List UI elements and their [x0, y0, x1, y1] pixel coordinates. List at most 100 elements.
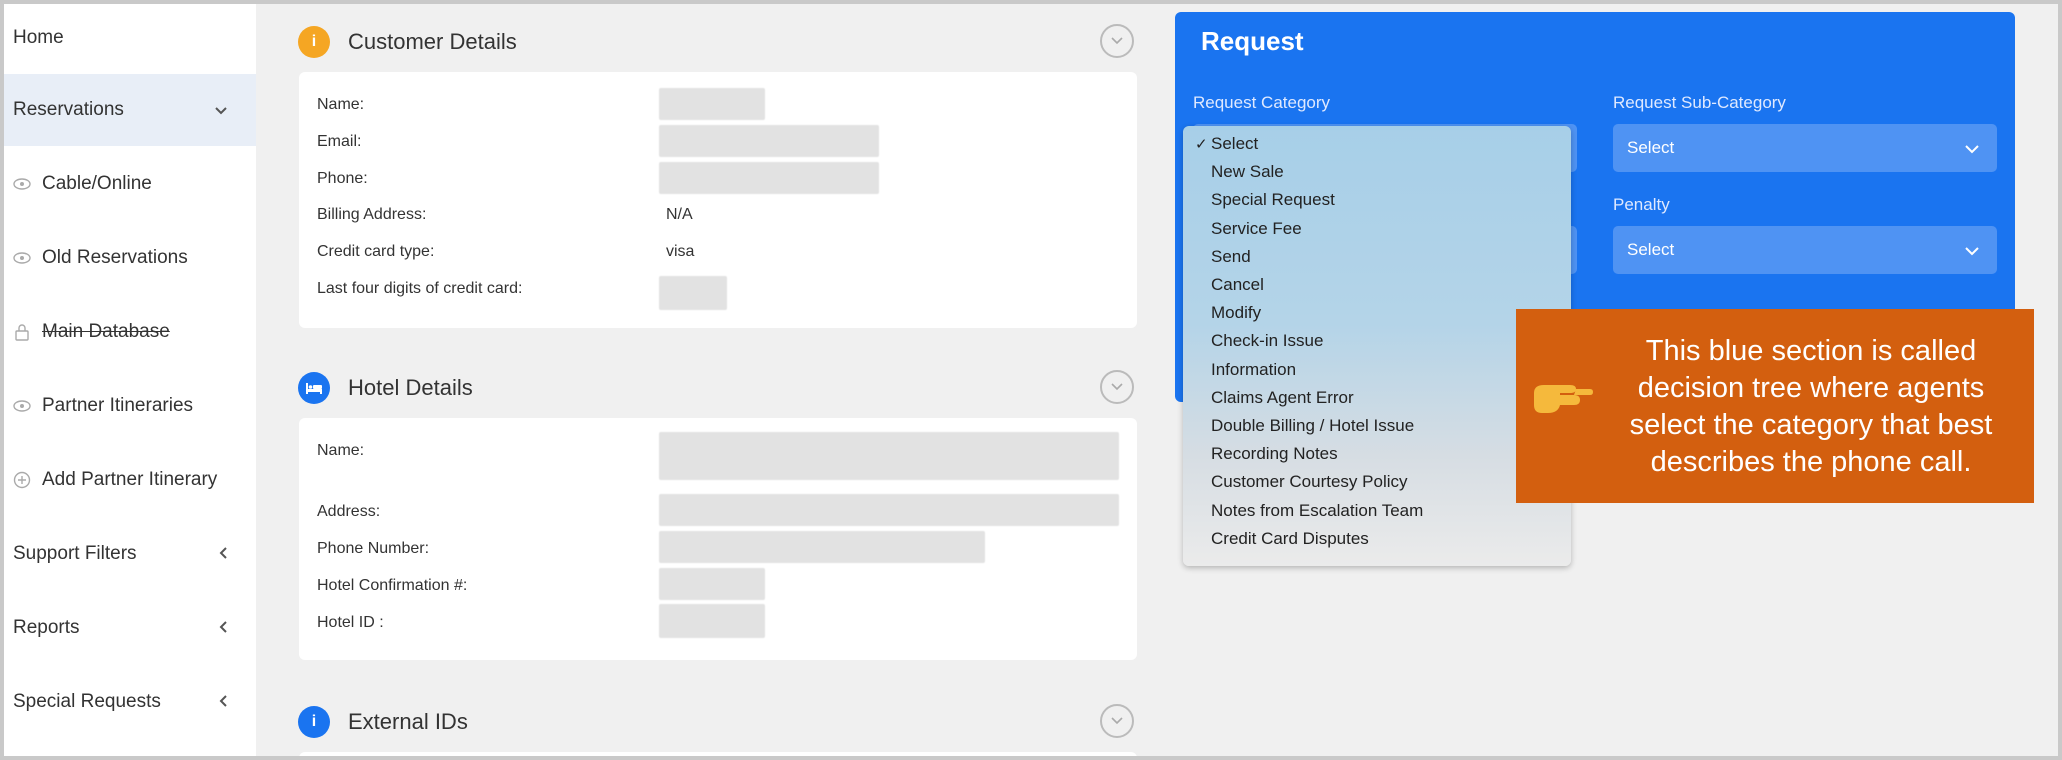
card-type-label: Credit card type:	[317, 243, 435, 260]
dropdown-option[interactable]: Notes from Escalation Team	[1183, 497, 1571, 525]
request-subcategory-label: Request Sub-Category	[1613, 93, 1786, 112]
phone-label: Phone:	[317, 170, 368, 187]
chevron-left-icon	[218, 544, 228, 565]
info-icon: i	[298, 706, 330, 738]
collapse-button[interactable]	[1100, 704, 1134, 738]
request-category-dropdown: ✓ Select New Sale Special Request Service Fe…	[1183, 126, 1571, 566]
dropdown-option-label: Double Billing / Hotel Issue	[1211, 416, 1415, 435]
dropdown-option[interactable]: Modify	[1183, 299, 1571, 327]
email-label: Email:	[317, 133, 362, 150]
sidebar-item-add-partner-itinerary[interactable]: Add Partner Itinerary	[4, 444, 256, 516]
sidebar-item-special-requests[interactable]: Special Requests	[4, 666, 256, 738]
dropdown-option[interactable]: Special Request	[1183, 186, 1571, 214]
chevron-down-icon	[1965, 138, 1979, 159]
collapse-button[interactable]	[1100, 370, 1134, 404]
select-value: Select	[1627, 240, 1675, 259]
hotel-name-label: Name:	[317, 442, 365, 459]
hotel-address-label: Address:	[317, 503, 381, 520]
chevron-down-icon	[214, 100, 228, 121]
dropdown-option-label: Special Request	[1211, 190, 1335, 210]
dropdown-option-label: Information	[1211, 359, 1297, 379]
dropdown-option-label: Send	[1211, 246, 1251, 266]
lock-icon	[12, 322, 32, 342]
request-category-label: Request Category	[1193, 93, 1331, 112]
last-four-value-redacted	[659, 276, 727, 310]
section-title: Customer Details	[348, 29, 517, 54]
dropdown-option-label: Check-in Issue	[1211, 331, 1324, 351]
dropdown-option-label: New Sale	[1211, 162, 1284, 182]
chevron-left-icon	[218, 692, 228, 713]
dropdown-option-label: Credit Card Disputes	[1211, 528, 1369, 548]
sidebar-item-label: Special Requests	[13, 691, 161, 712]
dropdown-option[interactable]: Check-in Issue	[1183, 327, 1571, 355]
select-value: Select	[1627, 138, 1675, 157]
hotel-confirmation-value-redacted	[659, 568, 765, 600]
external-ids-card	[299, 752, 1137, 756]
dropdown-option[interactable]: ✓ Select	[1183, 130, 1571, 158]
section-title: External IDs	[348, 709, 468, 734]
dropdown-option-label: Service Fee	[1211, 218, 1302, 238]
phone-value-redacted	[659, 162, 879, 194]
dropdown-option-label: Claims Agent Error	[1211, 387, 1354, 407]
dropdown-option[interactable]: New Sale	[1183, 158, 1571, 186]
dropdown-option[interactable]: Recording Notes	[1183, 440, 1571, 468]
sidebar-item-label: Home	[13, 27, 64, 48]
customer-details-card: Name: Email: Phone: Billing Address: N/A…	[299, 72, 1137, 328]
eye-icon	[12, 248, 32, 268]
dropdown-option[interactable]: Cancel	[1183, 271, 1571, 299]
sidebar-item-label: Cable/Online	[42, 173, 152, 194]
hotel-phone-value-redacted	[659, 531, 985, 563]
dropdown-option[interactable]: Information	[1183, 356, 1571, 384]
customer-details-header: i Customer Details	[298, 22, 517, 62]
sidebar-item-label: Main Database	[42, 321, 170, 342]
eye-icon	[12, 396, 32, 416]
dropdown-option[interactable]: Claims Agent Error	[1183, 384, 1571, 412]
dropdown-option-label: Cancel	[1211, 275, 1264, 294]
sidebar-item-reservations[interactable]: Reservations	[4, 74, 256, 146]
hotel-confirmation-label: Hotel Confirmation #:	[317, 577, 468, 594]
billing-address-value: N/A	[666, 206, 693, 223]
pointing-hand-icon	[1530, 375, 1594, 430]
checkmark-icon: ✓	[1195, 136, 1208, 153]
external-ids-header: i External IDs	[298, 702, 468, 742]
request-title: Request	[1201, 26, 1304, 56]
sidebar-item-home[interactable]: Home	[4, 4, 256, 74]
sidebar-item-main-database[interactable]: Main Database	[4, 296, 256, 368]
email-value-redacted	[659, 125, 879, 157]
hotel-id-label: Hotel ID :	[317, 614, 384, 631]
sidebar-item-cable-online[interactable]: Cable/Online	[4, 148, 256, 220]
sidebar-item-label: Support Filters	[13, 543, 137, 564]
last-four-label: Last four digits of credit card:	[317, 280, 523, 297]
request-subcategory-select[interactable]: Select	[1613, 124, 1997, 172]
section-title: Hotel Details	[348, 375, 473, 400]
dropdown-option[interactable]: Customer Courtesy Policy	[1183, 468, 1571, 496]
dropdown-option-label: Customer Courtesy Policy	[1211, 472, 1408, 492]
penalty-label: Penalty	[1613, 195, 1670, 214]
app-frame: Home Reservations Cable/Online Old Reser…	[4, 4, 2058, 756]
sidebar-item-label: Add Partner Itinerary	[42, 469, 218, 490]
penalty-select[interactable]: Select	[1613, 226, 1997, 274]
chevron-left-icon	[218, 618, 228, 639]
hotel-phone-label: Phone Number:	[317, 540, 430, 557]
hotel-details-header: Hotel Details	[298, 368, 473, 408]
dropdown-option-label: Recording Notes	[1211, 444, 1338, 464]
dropdown-option[interactable]: Credit Card Disputes	[1183, 525, 1571, 553]
hotel-name-value-redacted	[659, 432, 1119, 480]
dropdown-option[interactable]: Send	[1183, 243, 1571, 271]
dropdown-option[interactable]: Service Fee	[1183, 215, 1571, 243]
billing-address-label: Billing Address:	[317, 206, 427, 223]
sidebar-item-partner-itineraries[interactable]: Partner Itineraries	[4, 370, 256, 442]
sidebar-item-reports[interactable]: Reports	[4, 592, 256, 664]
eye-icon	[12, 174, 32, 194]
dropdown-option-label: Select	[1211, 134, 1259, 153]
sidebar-item-old-reservations[interactable]: Old Reservations	[4, 222, 256, 294]
hotel-address-value-redacted	[659, 494, 1119, 526]
sidebar-item-label: Reports	[13, 617, 80, 638]
dropdown-option[interactable]: Double Billing / Hotel Issue	[1183, 412, 1571, 440]
plus-circle-icon	[12, 470, 32, 490]
sidebar-item-support-filters[interactable]: Support Filters	[4, 518, 256, 590]
name-label: Name:	[317, 96, 365, 113]
name-value-redacted	[659, 88, 765, 120]
collapse-button[interactable]	[1100, 24, 1134, 58]
hotel-details-card: Name: Address: Phone Number: Hotel Confi…	[299, 418, 1137, 660]
